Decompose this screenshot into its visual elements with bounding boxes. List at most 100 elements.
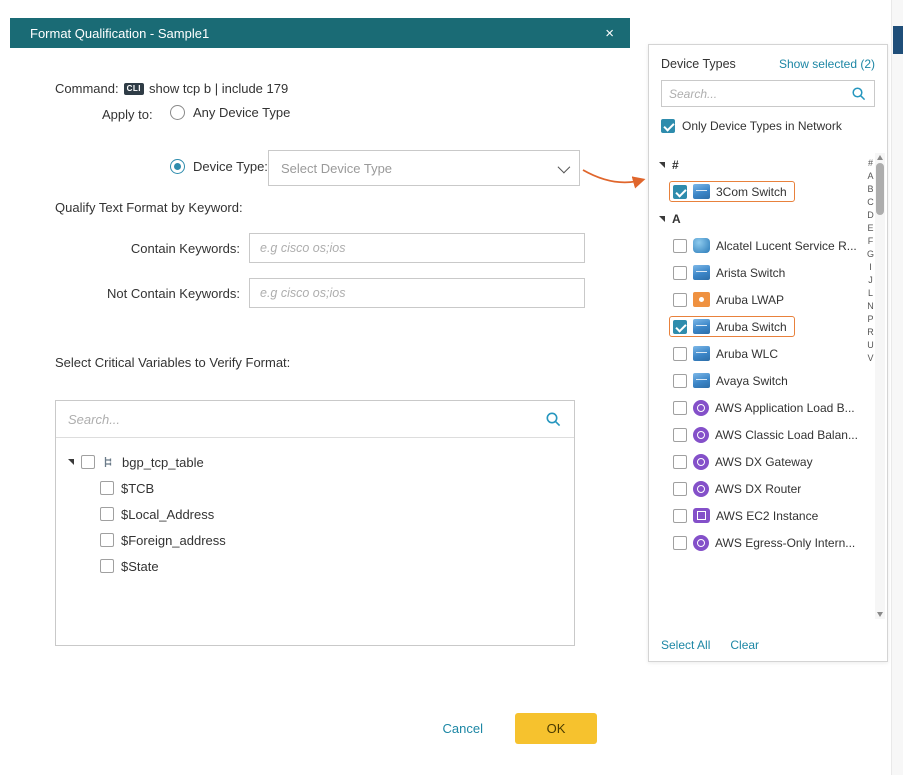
group-expander-icon[interactable] xyxy=(659,162,665,168)
device-icon xyxy=(693,319,710,334)
device-checkbox[interactable] xyxy=(673,320,687,334)
bgp-tcp-table-checkbox[interactable] xyxy=(81,455,95,469)
scroll-down-icon[interactable] xyxy=(877,612,883,617)
device-label: AWS EC2 Instance xyxy=(716,509,818,523)
alphabet-letter[interactable]: E xyxy=(867,222,873,235)
device-checkbox[interactable] xyxy=(673,347,687,361)
search-icon[interactable] xyxy=(545,411,562,428)
alphabet-letter[interactable]: I xyxy=(869,261,872,274)
search-icon[interactable] xyxy=(851,86,867,102)
dialog-footer: Cancel OK xyxy=(10,713,597,744)
device-checkbox[interactable] xyxy=(673,455,687,469)
alphabet-letter[interactable]: C xyxy=(867,196,874,209)
variable-label: $TCB xyxy=(121,481,154,496)
device-checkbox[interactable] xyxy=(673,185,687,199)
device-row-content: AWS DX Router xyxy=(669,478,809,500)
device-icon xyxy=(693,292,710,307)
device-type-row: AWS Classic Load Balan... xyxy=(657,421,859,448)
not-contain-keywords-row: Not Contain Keywords: xyxy=(55,278,585,308)
variables-tree: bgp_tcp_table $TCB $Local_Address $Forei… xyxy=(56,438,574,590)
tree-row-variable: $Foreign_address xyxy=(100,527,562,553)
device-icon xyxy=(693,400,709,416)
device-checkbox[interactable] xyxy=(673,239,687,253)
device-row-content: Aruba Switch xyxy=(669,316,795,337)
panel-scrollbar-thumb[interactable] xyxy=(876,163,884,215)
tree-expander-icon[interactable] xyxy=(68,459,74,465)
select-all-link[interactable]: Select All xyxy=(661,638,710,652)
device-checkbox[interactable] xyxy=(673,374,687,388)
alphabet-letter[interactable]: F xyxy=(868,235,874,248)
show-selected-link[interactable]: Show selected (2) xyxy=(779,57,875,71)
alphabet-letter[interactable]: P xyxy=(867,313,873,326)
command-text: show tcp b | include 179 xyxy=(149,81,288,96)
alphabet-letter[interactable]: D xyxy=(867,209,874,222)
alphabet-letter[interactable]: J xyxy=(868,274,873,287)
any-device-type-radio[interactable] xyxy=(170,105,185,120)
page-scrollbar[interactable] xyxy=(891,0,903,775)
alphabet-index: # A B C D E F G I J L N P R U V xyxy=(867,157,874,365)
only-network-checkbox[interactable] xyxy=(661,119,675,133)
dialog-title: Format Qualification - Sample1 xyxy=(30,26,209,41)
panel-header: Device Types Show selected (2) xyxy=(649,45,887,71)
device-icon xyxy=(693,454,709,470)
device-row-content: Aruba WLC xyxy=(669,343,786,364)
tree-row-variable: $Local_Address xyxy=(100,501,562,527)
device-row-content: AWS DX Gateway xyxy=(669,451,821,473)
format-qualification-dialog: Format Qualification - Sample1 × Command… xyxy=(10,18,630,760)
cancel-button[interactable]: Cancel xyxy=(443,721,483,736)
not-contain-keywords-input[interactable] xyxy=(249,278,585,308)
device-icon xyxy=(693,508,710,523)
device-icon xyxy=(693,535,709,551)
panel-search-input[interactable] xyxy=(669,87,851,101)
device-row-content: 3Com Switch xyxy=(669,181,795,202)
contain-keywords-input[interactable] xyxy=(249,233,585,263)
alphabet-letter[interactable]: R xyxy=(867,326,874,339)
variable-checkbox[interactable] xyxy=(100,559,114,573)
device-row-content: Alcatel Lucent Service R... xyxy=(669,235,865,256)
alphabet-letter[interactable]: G xyxy=(867,248,874,261)
variables-search-input[interactable] xyxy=(68,412,545,427)
alphabet-letter[interactable]: # xyxy=(868,157,873,170)
close-icon[interactable]: × xyxy=(601,24,618,43)
scroll-up-icon[interactable] xyxy=(877,155,883,160)
alphabet-letter[interactable]: N xyxy=(867,300,874,313)
alphabet-letter[interactable]: U xyxy=(867,339,874,352)
cli-badge-icon: CLI xyxy=(124,83,144,95)
alphabet-letter[interactable]: V xyxy=(867,352,873,365)
apply-to-label: Apply to: xyxy=(102,107,153,122)
device-label: Aruba LWAP xyxy=(716,293,784,307)
alphabet-letter[interactable]: B xyxy=(867,183,873,196)
device-checkbox[interactable] xyxy=(673,536,687,550)
panel-search-bar xyxy=(661,80,875,107)
alphabet-letter[interactable]: A xyxy=(867,170,873,183)
parser-table-icon xyxy=(102,456,115,469)
page-scrollbar-thumb[interactable] xyxy=(893,26,903,54)
variable-checkbox[interactable] xyxy=(100,533,114,547)
device-icon xyxy=(693,265,710,280)
device-row-content: Arista Switch xyxy=(669,262,793,283)
clear-link[interactable]: Clear xyxy=(730,638,759,652)
contain-keywords-label: Contain Keywords: xyxy=(55,241,240,256)
device-label: AWS DX Gateway xyxy=(715,455,813,469)
device-label: AWS Egress-Only Intern... xyxy=(715,536,855,550)
alphabet-letter[interactable]: L xyxy=(868,287,873,300)
device-label: AWS Classic Load Balan... xyxy=(715,428,858,442)
device-checkbox[interactable] xyxy=(673,509,687,523)
contain-keywords-row: Contain Keywords: xyxy=(55,233,585,263)
device-type-radio[interactable] xyxy=(170,159,185,174)
device-checkbox[interactable] xyxy=(673,293,687,307)
panel-title: Device Types xyxy=(661,57,736,71)
tree-row-variable: $State xyxy=(100,553,562,579)
variable-checkbox[interactable] xyxy=(100,481,114,495)
only-network-label: Only Device Types in Network xyxy=(682,119,842,133)
ok-button[interactable]: OK xyxy=(515,713,597,744)
device-checkbox[interactable] xyxy=(673,482,687,496)
panel-scrollbar[interactable] xyxy=(875,153,885,619)
device-type-dropdown[interactable]: Select Device Type xyxy=(268,150,580,186)
device-types-panel: Device Types Show selected (2) Only Devi… xyxy=(648,44,888,662)
group-expander-icon[interactable] xyxy=(659,216,665,222)
device-checkbox[interactable] xyxy=(673,428,687,442)
device-checkbox[interactable] xyxy=(673,266,687,280)
variable-checkbox[interactable] xyxy=(100,507,114,521)
device-checkbox[interactable] xyxy=(673,401,687,415)
